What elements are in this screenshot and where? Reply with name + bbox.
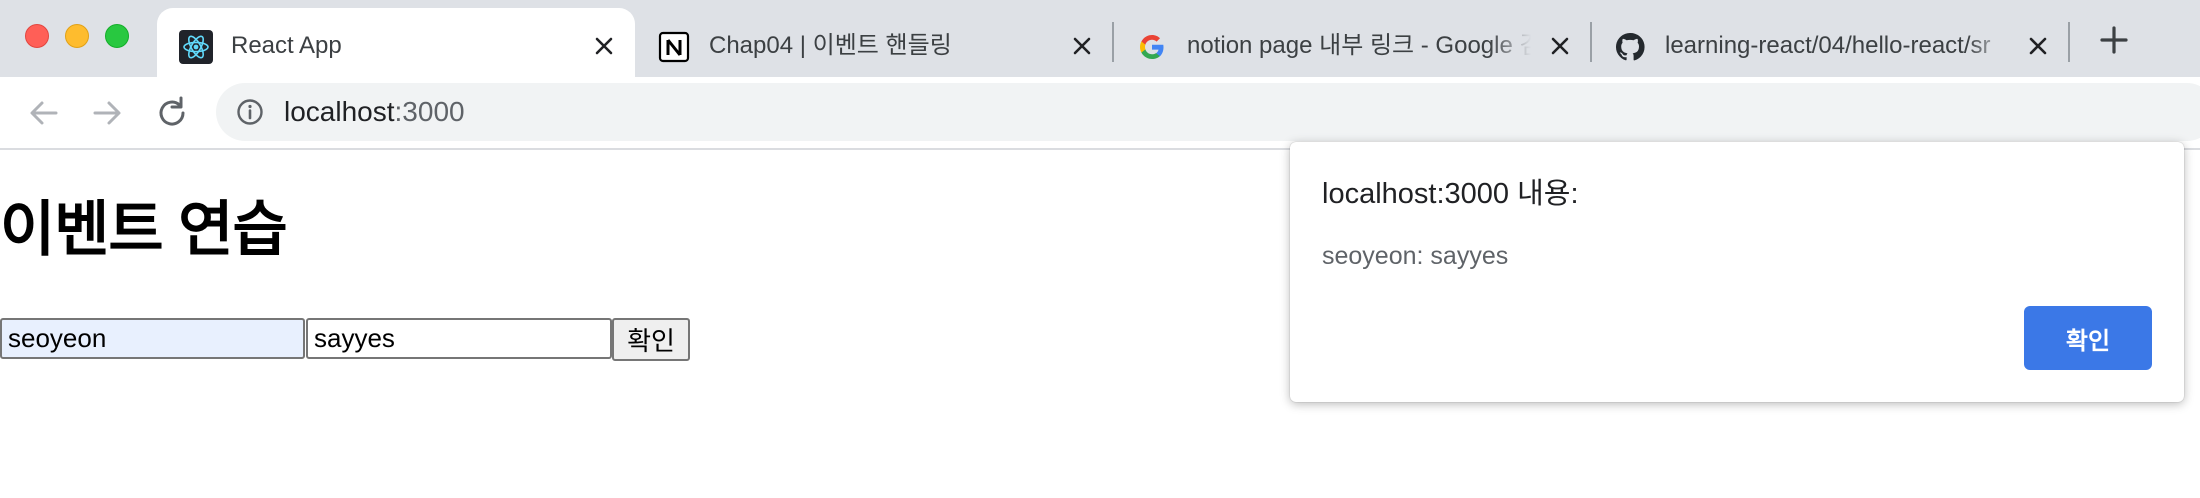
tab-title: learning-react/04/hello-react/sr bbox=[1665, 32, 1991, 59]
window-close-button[interactable] bbox=[25, 24, 49, 48]
dialog-title: localhost:3000 내용: bbox=[1322, 178, 1579, 210]
browser-window: React App Chap04 | 이벤트 핸들링 notion page 내… bbox=[0, 0, 2200, 498]
react-icon bbox=[179, 30, 213, 64]
alert-dialog: localhost:3000 내용: seoyeon: sayyes 확인 bbox=[1290, 142, 2184, 402]
tab-github[interactable]: learning-react/04/hello-react/sr bbox=[1591, 8, 2069, 77]
browser-toolbar: localhost:3000 bbox=[0, 77, 2200, 150]
url-text: localhost:3000 bbox=[284, 92, 465, 132]
confirm-button[interactable]: 확인 bbox=[612, 318, 690, 361]
forward-arrow-icon[interactable] bbox=[87, 93, 127, 133]
tab-chap04[interactable]: Chap04 | 이벤트 핸들링 bbox=[635, 8, 1113, 77]
url-port: :3000 bbox=[394, 96, 465, 127]
close-icon[interactable] bbox=[2025, 33, 2051, 59]
tab-react-app[interactable]: React App bbox=[157, 8, 635, 77]
info-icon[interactable] bbox=[236, 98, 264, 126]
notion-icon bbox=[658, 31, 690, 63]
github-icon bbox=[1615, 32, 1645, 61]
dialog-message: seoyeon: sayyes bbox=[1322, 242, 1509, 270]
page-title: 이벤트 연습 bbox=[0, 196, 288, 263]
tab-separator bbox=[2068, 22, 2070, 62]
url-host: localhost bbox=[284, 96, 395, 127]
window-maximize-button[interactable] bbox=[105, 24, 129, 48]
tab-title: Chap04 | 이벤트 핸들링 bbox=[709, 32, 952, 59]
address-bar[interactable]: localhost:3000 bbox=[216, 83, 2200, 141]
new-tab-icon[interactable] bbox=[2096, 22, 2132, 58]
dialog-ok-button[interactable]: 확인 bbox=[2024, 306, 2152, 370]
close-icon[interactable] bbox=[1069, 33, 1095, 59]
back-arrow-icon[interactable] bbox=[24, 93, 64, 133]
close-icon[interactable] bbox=[1547, 33, 1573, 59]
tab-title: notion page 내부 링크 - Google 검 bbox=[1187, 32, 1531, 59]
reload-icon[interactable] bbox=[152, 93, 192, 133]
google-icon bbox=[1140, 35, 1164, 59]
tab-strip: React App Chap04 | 이벤트 핸들링 notion page 내… bbox=[0, 0, 2200, 77]
first-text-input[interactable] bbox=[0, 318, 305, 359]
tab-google-search[interactable]: notion page 내부 링크 - Google 검 bbox=[1113, 8, 1591, 77]
tab-title: React App bbox=[231, 32, 342, 59]
close-icon[interactable] bbox=[591, 33, 617, 59]
window-minimize-button[interactable] bbox=[65, 24, 89, 48]
second-text-input[interactable] bbox=[306, 318, 612, 359]
